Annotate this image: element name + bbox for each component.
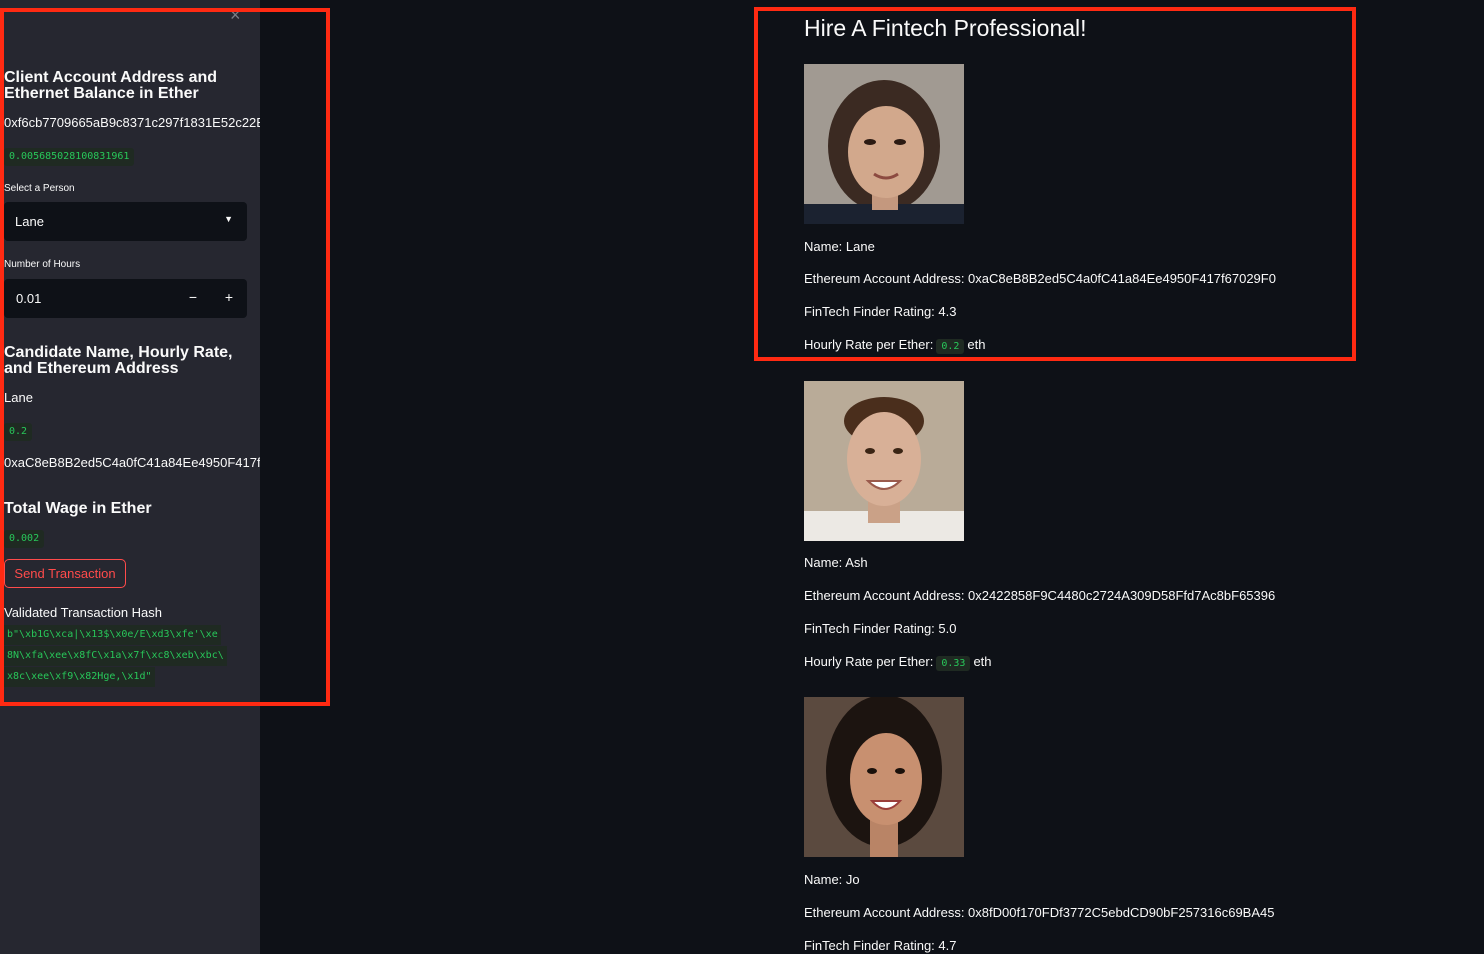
wage-value: 0.002	[4, 530, 45, 548]
candidate-rate: 0.2	[4, 423, 33, 441]
candidate-rating: FinTech Finder Rating: 4.3	[804, 304, 956, 319]
candidate-rate: Hourly Rate per Ether: 0.33 eth	[804, 654, 992, 671]
select-person-label: Select a Person	[4, 183, 75, 194]
candidate-rating: FinTech Finder Rating: 4.7	[804, 938, 956, 953]
candidate-address: 0xaC8eB8B2ed5C4a0fC41a84Ee4950F417f6	[4, 455, 260, 470]
candidate-address: Ethereum Account Address: 0x2422858F9C44…	[804, 588, 1275, 603]
address-value: 0x8fD00f170FDf3772C5ebdCD90bF257316c69BA…	[968, 905, 1275, 920]
wage-heading: Total Wage in Ether	[4, 500, 152, 517]
sidebar: × Client Account Address and Ethernet Ba…	[0, 0, 260, 954]
candidate-heading-line1: Candidate Name, Hourly Rate,	[4, 344, 233, 361]
candidate-name: Name: Lane	[804, 239, 875, 254]
candidate-photo	[804, 64, 964, 224]
hash-label: Validated Transaction Hash	[4, 605, 163, 620]
name-label: Name:	[804, 239, 846, 254]
rating-label: FinTech Finder Rating:	[804, 621, 939, 636]
hours-value[interactable]: 0.01	[16, 291, 41, 306]
client-heading-line1: Client Account Address and	[4, 69, 218, 86]
client-heading-line2: Ethernet Balance in Ether	[4, 85, 199, 102]
send-transaction-button[interactable]: Send Transaction	[4, 559, 126, 588]
rating-value: 5.0	[938, 621, 957, 636]
rating-label: FinTech Finder Rating:	[804, 938, 939, 953]
rating-label: FinTech Finder Rating:	[804, 304, 939, 319]
name-label: Name:	[804, 555, 846, 570]
address-label: Ethereum Account Address:	[804, 588, 969, 603]
rating-value: 4.3	[938, 304, 957, 319]
candidate-heading-line2: and Ethereum Address	[4, 360, 179, 377]
rate-unit: eth	[973, 654, 992, 669]
plus-icon[interactable]: +	[222, 289, 236, 305]
rate-label: Hourly Rate per Ether:	[804, 654, 934, 669]
minus-icon[interactable]: −	[186, 289, 200, 305]
rate-unit: eth	[967, 337, 986, 352]
address-label: Ethereum Account Address:	[804, 271, 969, 286]
rate-label: Hourly Rate per Ether:	[804, 337, 934, 352]
chevron-down-icon: ▼	[224, 214, 233, 224]
candidate-address: Ethereum Account Address: 0xaC8eB8B2ed5C…	[804, 271, 1276, 286]
select-person-dropdown[interactable]: Lane ▼	[4, 202, 247, 241]
rate-value: 0.33	[936, 656, 971, 671]
candidate-photo	[804, 381, 964, 541]
name-value: Ash	[845, 555, 868, 570]
address-value: 0xaC8eB8B2ed5C4a0fC41a84Ee4950F417f67029…	[968, 271, 1276, 286]
transaction-hash: b"\xb1G\xca|\x13$\x0e/E\xd3\xfe'\xe 8N\x…	[4, 624, 260, 687]
name-value: Lane	[845, 239, 875, 254]
name-value: Jo	[845, 872, 860, 887]
page-title: Hire A Fintech Professional!	[804, 15, 1087, 41]
candidate-rate: Hourly Rate per Ether: 0.2 eth	[804, 337, 986, 354]
rating-value: 4.7	[938, 938, 957, 953]
address-label: Ethereum Account Address:	[804, 905, 969, 920]
client-balance: 0.005685028100831961	[4, 148, 135, 166]
candidate-photo	[804, 697, 964, 857]
hash-line: b"\xb1G\xca|\x13$\x0e/E\xd3\xfe'\xe	[4, 625, 221, 645]
client-address: 0xf6cb7709665aB9c8371c297f1831E52c22B	[4, 115, 260, 130]
hours-number-input[interactable]: 0.01 − +	[4, 279, 247, 318]
name-label: Name:	[804, 872, 846, 887]
candidate-name: Lane	[4, 390, 33, 405]
close-icon[interactable]: ×	[230, 6, 241, 24]
rate-value: 0.2	[936, 339, 965, 354]
candidate-name: Name: Jo	[804, 872, 860, 887]
candidate-name: Name: Ash	[804, 555, 868, 570]
select-person-value: Lane	[15, 214, 44, 229]
hours-label: Number of Hours	[4, 259, 81, 270]
hash-line: 8N\xfa\xee\x8fC\x1a\x7f\xc8\xeb\xbc\	[4, 646, 227, 666]
hash-line: x8c\xee\xf9\x82Hge,\x1d"	[4, 667, 155, 687]
address-value: 0x2422858F9C4480c2724A309D58Ffd7Ac8bF653…	[968, 588, 1276, 603]
candidate-address: Ethereum Account Address: 0x8fD00f170FDf…	[804, 905, 1275, 920]
candidate-rating: FinTech Finder Rating: 5.0	[804, 621, 956, 636]
